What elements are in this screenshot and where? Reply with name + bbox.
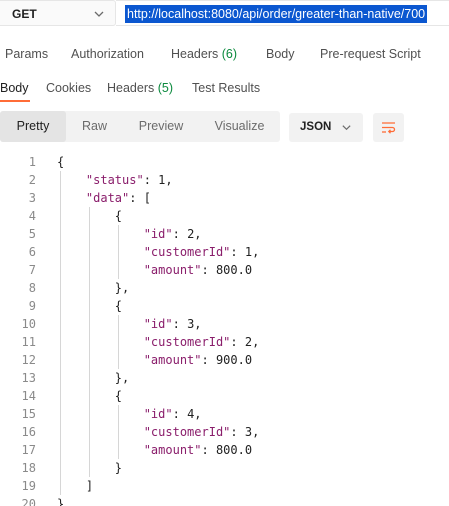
code-line: 5 "id": 2,: [0, 225, 449, 243]
code-line: 3 "data": [: [0, 189, 449, 207]
tab-params[interactable]: Params: [5, 47, 48, 61]
tab-headers-count: (6): [221, 47, 238, 61]
wrap-lines-button[interactable]: [373, 113, 404, 142]
tab-pre-request-script[interactable]: Pre-request Script: [320, 47, 421, 61]
line-number: 11: [21, 335, 36, 349]
line-number: 19: [21, 479, 36, 493]
code-text: "data": [: [85, 191, 151, 205]
wrap-lines-icon: [382, 122, 396, 134]
visualize-button[interactable]: Visualize: [199, 111, 280, 142]
code-line: 1{: [0, 153, 449, 171]
code-line: 6 "customerId": 1,: [0, 243, 449, 261]
code-line: 17 "amount": 800.0: [0, 441, 449, 459]
code-text: "amount": 800.0: [143, 443, 253, 457]
code-text: }: [57, 461, 123, 475]
code-text: {: [57, 155, 65, 169]
code-line: 13 },: [0, 369, 449, 387]
code-text: "amount": 900.0: [143, 353, 253, 367]
line-number: 18: [21, 461, 36, 475]
code-line: 4 {: [0, 207, 449, 225]
tab-headers[interactable]: Headers (6): [171, 47, 237, 61]
response-view-toolbar: Pretty Raw Preview Visualize JSON: [0, 111, 449, 143]
line-number: 10: [21, 317, 36, 331]
code-line: 9 {: [0, 297, 449, 315]
request-url-bar: GET http://localhost:8080/api/order/grea…: [0, 0, 449, 28]
code-line: 15 "id": 4,: [0, 405, 449, 423]
code-text: "id": 4,: [143, 407, 202, 421]
code-text: "id": 3,: [143, 317, 202, 331]
code-line: 11 "customerId": 2,: [0, 333, 449, 351]
code-text: },: [57, 371, 130, 385]
code-line: 12 "amount": 900.0: [0, 351, 449, 369]
line-number: 8: [28, 281, 36, 295]
tab-body[interactable]: Body: [266, 47, 295, 61]
tab-response-body[interactable]: Body: [0, 81, 29, 95]
format-label: JSON: [300, 121, 332, 133]
tab-cookies[interactable]: Cookies: [46, 81, 91, 95]
tab-authorization[interactable]: Authorization: [71, 47, 144, 61]
code-text: "id": 2,: [143, 227, 202, 241]
raw-button[interactable]: Raw: [66, 111, 123, 142]
line-number: 13: [21, 371, 36, 385]
method-label: GET: [12, 7, 37, 21]
line-number: 17: [21, 443, 36, 457]
view-mode-selector: Pretty Raw Preview Visualize: [0, 111, 280, 142]
method-dropdown[interactable]: GET: [0, 0, 116, 26]
code-text: "customerId": 3,: [143, 425, 260, 439]
line-number: 14: [21, 389, 36, 403]
preview-button[interactable]: Preview: [123, 111, 199, 142]
line-number: 1: [28, 155, 36, 169]
line-number: 4: [28, 209, 36, 223]
code-line: 7 "amount": 800.0: [0, 261, 449, 279]
code-text: "customerId": 1,: [143, 245, 260, 259]
code-line: 20}: [0, 495, 449, 506]
url-input[interactable]: http://localhost:8080/api/order/greater-…: [116, 0, 449, 26]
response-body-viewer[interactable]: 1{2 "status": 1, 3 "data": [4 {5 "id": 2,…: [0, 153, 449, 506]
code-text: "status": 1,: [85, 173, 173, 187]
code-text: }: [57, 497, 65, 506]
tab-response-headers[interactable]: Headers (5): [107, 81, 173, 95]
tab-response-headers-label: Headers: [107, 81, 155, 95]
line-number: 9: [28, 299, 36, 313]
request-tabs: Params Authorization Headers (6) Body Pr…: [0, 44, 449, 68]
pretty-button[interactable]: Pretty: [0, 111, 66, 142]
line-number: 3: [28, 191, 36, 205]
line-number: 6: [28, 245, 36, 259]
tab-response-headers-count: (5): [157, 81, 174, 95]
code-line: 8 },: [0, 279, 449, 297]
code-line: 16 "customerId": 3,: [0, 423, 449, 441]
code-text: {: [57, 389, 123, 403]
chevron-down-icon: [342, 125, 351, 131]
line-number: 15: [21, 407, 36, 421]
line-number: 20: [21, 497, 36, 506]
code-line: 19 ]: [0, 477, 449, 495]
chevron-down-icon: [94, 11, 104, 17]
code-text: "amount": 800.0: [143, 263, 253, 277]
code-line: 18 }: [0, 459, 449, 477]
code-line: 14 {: [0, 387, 449, 405]
code-text: {: [57, 209, 123, 223]
code-line: 10 "id": 3,: [0, 315, 449, 333]
line-number: 7: [28, 263, 36, 277]
active-tab-indicator: [0, 100, 30, 102]
code-text: ]: [57, 479, 94, 493]
line-number: 5: [28, 227, 36, 241]
format-dropdown[interactable]: JSON: [289, 113, 363, 142]
code-text: },: [57, 281, 130, 295]
line-number: 12: [21, 353, 36, 367]
code-text: {: [57, 299, 123, 313]
code-line: 2 "status": 1,: [0, 171, 449, 189]
tab-test-results[interactable]: Test Results: [192, 81, 260, 95]
response-tabs: Body Cookies Headers (5) Test Results: [0, 78, 449, 104]
code-text: "customerId": 2,: [143, 335, 260, 349]
line-number: 16: [21, 425, 36, 439]
tab-headers-label: Headers: [171, 47, 219, 61]
line-number: 2: [28, 173, 36, 187]
url-text: http://localhost:8080/api/order/greater-…: [125, 5, 428, 23]
